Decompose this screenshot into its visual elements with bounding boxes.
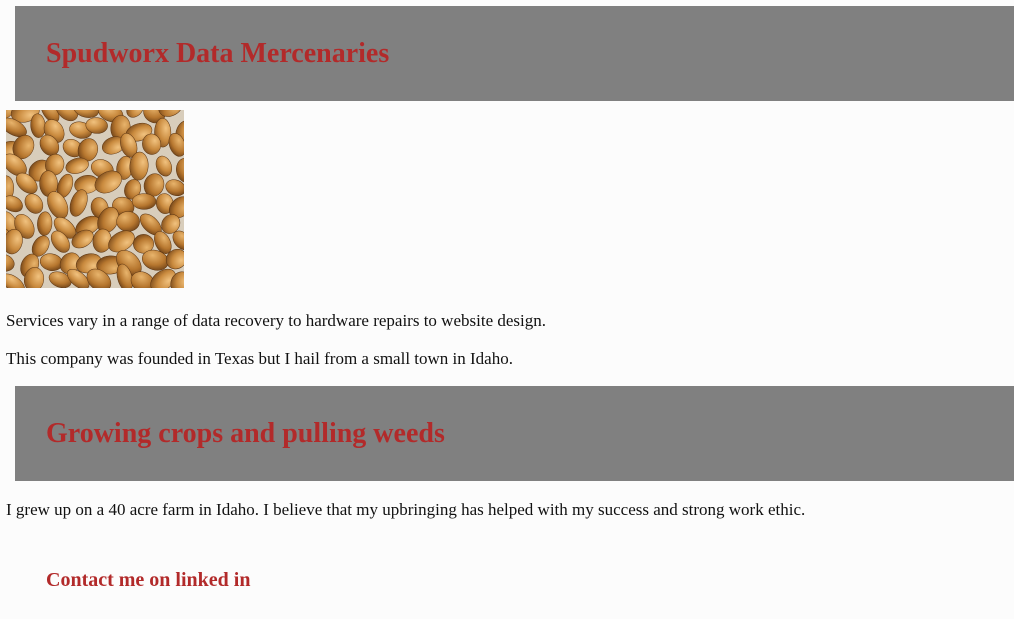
- section-title: Growing crops and pulling weeds: [46, 418, 445, 449]
- farm-text: I grew up on a 40 acre farm in Idaho. I …: [6, 500, 806, 519]
- linkedin-contact-link[interactable]: Contact me on linked in: [46, 567, 250, 593]
- potato-shape: [131, 193, 157, 210]
- site-title: Spudworx Data Mercenaries: [46, 38, 390, 69]
- potatoes-illustration: [6, 110, 184, 288]
- potatoes-image: [6, 110, 184, 288]
- section-banner: Growing crops and pulling weeds: [15, 386, 1014, 481]
- founded-text: This company was founded in Texas but I …: [6, 349, 513, 368]
- services-text: Services vary in a range of data recover…: [6, 311, 546, 330]
- header-banner: Spudworx Data Mercenaries: [15, 6, 1014, 101]
